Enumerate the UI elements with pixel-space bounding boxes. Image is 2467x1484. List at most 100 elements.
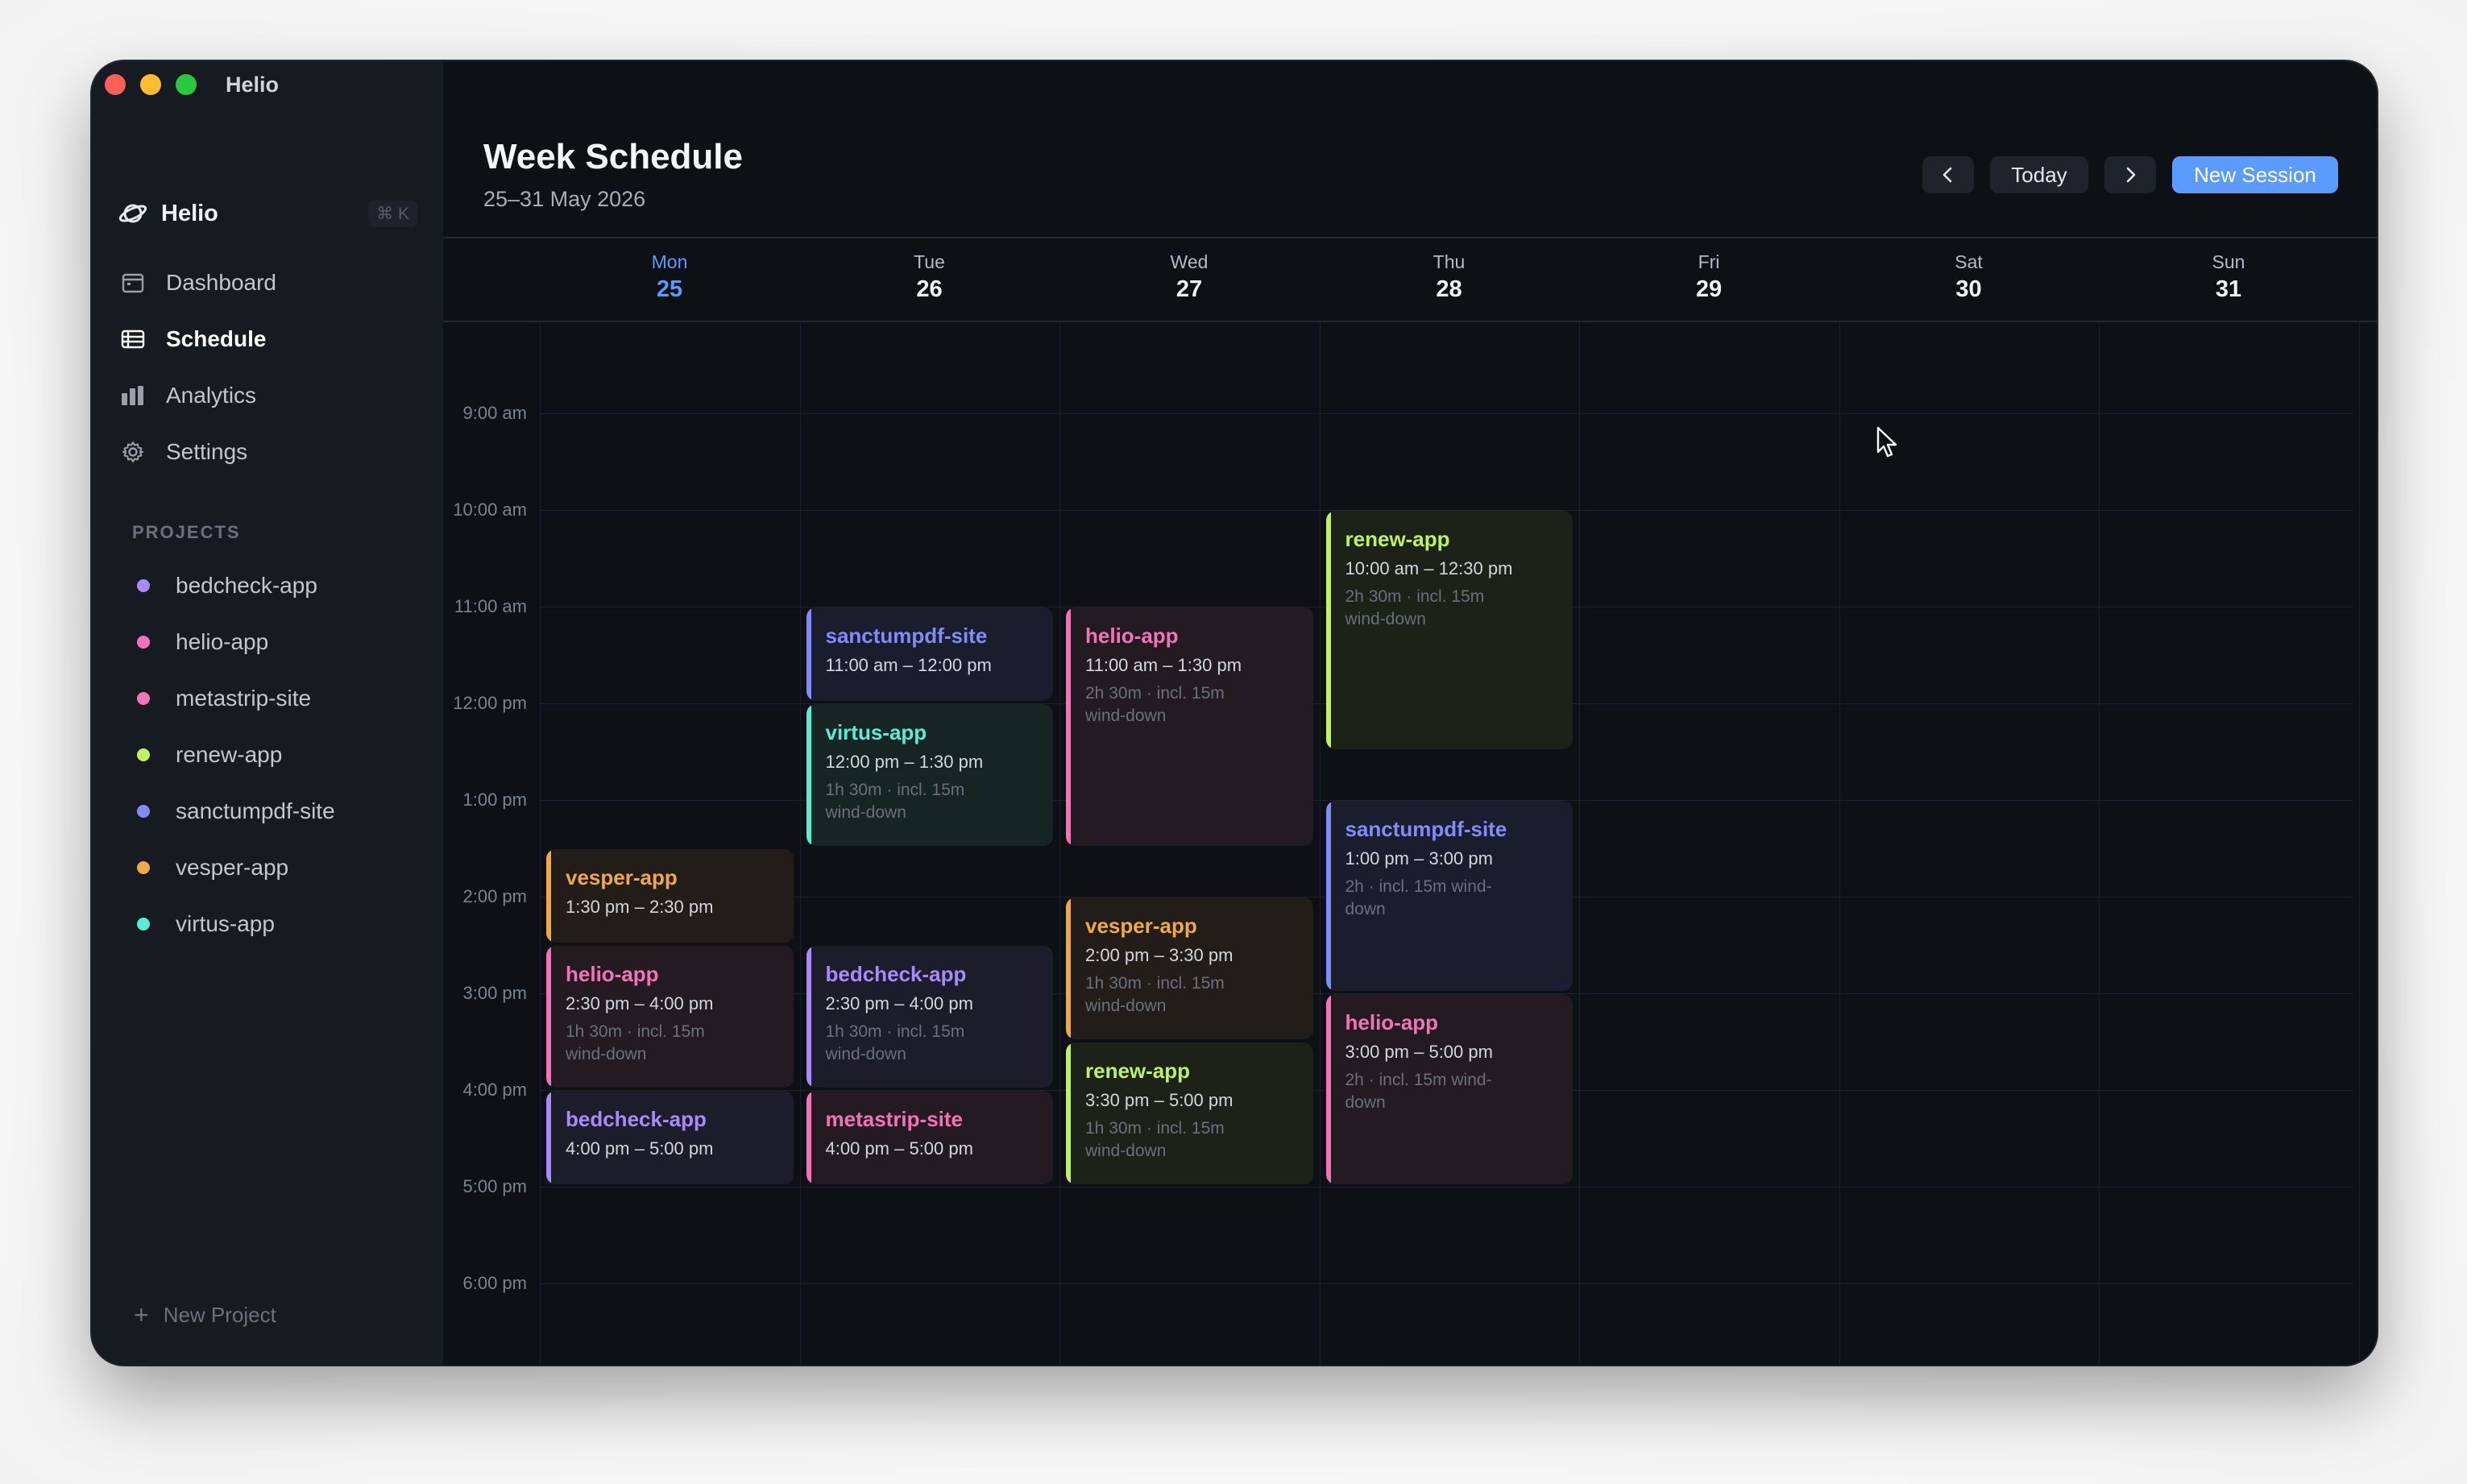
session-project: vesper-app [566,864,678,889]
header-divider [443,237,2377,238]
sidebar-item-schedule[interactable]: Schedule [118,311,417,367]
session-project: renew-app [1345,526,1450,551]
project-label: virtus-app [176,911,275,936]
session-color-bar [806,1090,811,1184]
day-date: 30 [1955,276,1982,302]
project-item-bedcheck-app[interactable]: bedcheck-app [132,558,422,614]
date-range: 25–31 May 2026 [483,187,646,211]
day-name: Tue [914,251,945,272]
day-header-sat[interactable]: Sat 30 [1839,251,2099,303]
session-color-bar [806,945,811,1088]
session-block-bedcheck-app[interactable]: bedcheck-app 2:30 pm – 4:00 pm 1h 30m · in… [806,945,1053,1088]
session-time: 11:00 am – 12:00 pm [825,654,992,675]
session-color-bar [806,607,811,701]
session-time: 10:00 am – 12:30 pm [1345,558,1513,578]
session-block-renew-app[interactable]: renew-app 10:00 am – 12:30 pm 2h 30m · inc… [1325,510,1573,749]
gear-icon [118,437,148,467]
day-header-wed[interactable]: Wed 27 [1059,251,1319,303]
project-item-helio-app[interactable]: helio-app [132,614,422,670]
session-block-bedcheck-app[interactable]: bedcheck-app 4:00 pm – 5:00 pm [546,1090,794,1184]
project-item-vesper-app[interactable]: vesper-app [132,839,422,896]
session-time: 4:00 pm – 5:00 pm [825,1138,973,1159]
bar-chart-icon [118,380,148,411]
plus-icon: + [134,1300,149,1329]
day-header-tue[interactable]: Tue 26 [800,251,1059,303]
week-grid[interactable]: 9:00 am 10:00 am 11:00 am 12:00 pm 1:00 pm 2:… [443,322,2377,1365]
day-header-mon[interactable]: Mon 25 [540,251,799,303]
session-color-bar [1066,1042,1071,1184]
brand[interactable]: Helio ⌘ K [118,195,417,232]
project-label: metastrip-site [176,686,312,711]
new-session-button[interactable]: New Session [2172,156,2338,193]
project-label: helio-app [176,629,269,654]
window-title: Helio [226,73,280,97]
day-date: 31 [2215,276,2242,302]
command-palette-shortcut[interactable]: ⌘ K [368,200,417,227]
today-button[interactable]: Today [1990,156,2088,193]
session-block-helio-app[interactable]: helio-app 11:00 am – 1:30 pm 2h 30m · incl… [1066,607,1313,846]
session-color-bar [1325,800,1331,991]
sidebar-item-dashboard[interactable]: Dashboard [118,255,417,311]
session-block-helio-app[interactable]: helio-app 2:30 pm – 4:00 pm 1h 30m · incl.… [546,945,794,1088]
sidebar-nav: Dashboard Schedule Analytics Settings [118,255,417,480]
day-date: 27 [1175,276,1203,302]
time-label: 2:00 pm [462,885,528,906]
day-column-divider [540,322,541,1365]
zoom-window-button[interactable] [176,74,197,95]
next-week-button[interactable] [2104,156,2156,193]
day-name: Fri [1698,251,1720,272]
project-color-dot [137,918,150,931]
sidebar-item-settings[interactable]: Settings [118,424,417,480]
sidebar-item-label: Analytics [166,383,257,408]
project-list: bedcheck-app helio-app metastrip-site renew… [132,558,422,952]
minimize-window-button[interactable] [140,74,161,95]
window-controls [105,74,197,95]
toolbar: Today New Session [1922,156,2338,193]
session-block-vesper-app[interactable]: vesper-app 1:30 pm – 2:30 pm [546,848,794,943]
day-column-divider [1059,322,1060,1365]
close-window-button[interactable] [105,74,126,95]
session-project: sanctumpdf-site [825,623,988,648]
new-project-label: New Project [163,1303,276,1327]
session-project: helio-app [1345,1009,1439,1034]
session-duration-meta: 2h 30m · incl. 15m wind-down [1085,683,1225,725]
previous-week-button[interactable] [1922,156,1974,193]
session-block-helio-app[interactable]: helio-app 3:00 pm – 5:00 pm 2h · incl. 15m… [1325,993,1573,1184]
session-time: 2:00 pm – 3:30 pm [1085,944,1234,965]
session-block-sanctumpdf-site[interactable]: sanctumpdf-site 1:00 pm – 3:00 pm 2h · inc… [1325,800,1573,991]
session-time: 12:00 pm – 1:30 pm [825,751,984,772]
day-header-thu[interactable]: Thu 28 [1320,251,1579,303]
day-column-divider [1839,322,1840,1365]
hour-gridline [540,1283,2353,1284]
planet-icon [118,204,147,223]
session-time: 4:00 pm – 5:00 pm [566,1138,714,1159]
new-project-button[interactable]: + New Project [134,1300,276,1330]
day-header-fri[interactable]: Fri 29 [1579,251,1839,303]
project-item-metastrip-site[interactable]: metastrip-site [132,670,422,727]
session-block-renew-app[interactable]: renew-app 3:30 pm – 5:00 pm 1h 30m · incl.… [1066,1042,1313,1184]
hour-gridline [540,1186,2353,1188]
day-header-sun[interactable]: Sun 31 [2099,251,2358,303]
day-name: Wed [1170,251,1209,272]
project-item-virtus-app[interactable]: virtus-app [132,896,422,952]
hour-gridline [540,412,2353,414]
session-time: 2:30 pm – 4:00 pm [566,993,714,1014]
chevron-right-icon [2126,167,2136,183]
project-label: renew-app [176,742,283,767]
time-label: 1:00 pm [462,789,528,810]
project-item-sanctumpdf-site[interactable]: sanctumpdf-site [132,783,422,839]
session-block-vesper-app[interactable]: vesper-app 2:00 pm – 3:30 pm 1h 30m · incl… [1066,897,1313,1039]
project-item-renew-app[interactable]: renew-app [132,727,422,783]
session-project: helio-app [1085,623,1179,648]
time-label: 3:00 pm [462,982,528,1003]
session-block-metastrip-site[interactable]: metastrip-site 4:00 pm – 5:00 pm [806,1090,1053,1184]
sidebar-item-analytics[interactable]: Analytics [118,367,417,424]
session-block-sanctumpdf-site[interactable]: sanctumpdf-site 11:00 am – 12:00 pm [806,607,1053,701]
session-block-virtus-app[interactable]: virtus-app 12:00 pm – 1:30 pm 1h 30m · inc… [806,703,1053,846]
session-duration-meta: 2h · incl. 15m wind-down [1345,1070,1492,1112]
main-content: Week Schedule 25–31 May 2026 Today New S… [443,61,2377,1365]
brand-name: Helio [161,200,218,226]
session-color-bar [1066,897,1071,1039]
session-color-bar [546,848,551,943]
session-project: bedcheck-app [566,1106,707,1131]
